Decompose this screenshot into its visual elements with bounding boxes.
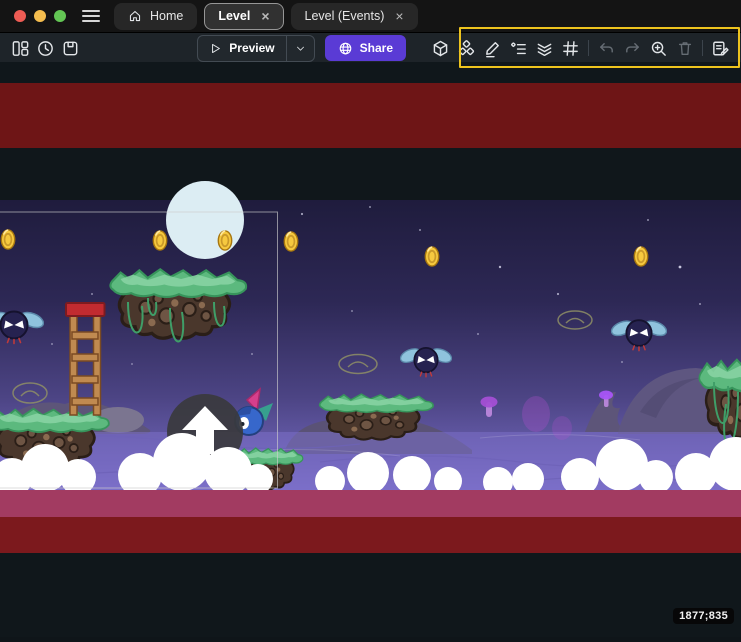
- save-icon: [61, 39, 80, 58]
- coin-sprite[interactable]: [153, 231, 166, 250]
- delete-button[interactable]: [672, 36, 697, 61]
- tab-label: Home: [150, 9, 183, 23]
- level-scene[interactable]: [0, 62, 741, 637]
- edit-events-icon: [711, 39, 730, 58]
- undo-button[interactable]: [594, 36, 619, 61]
- project-manager-icon: [11, 39, 30, 58]
- layers-button[interactable]: [532, 36, 557, 61]
- preview-button[interactable]: Preview: [198, 36, 285, 61]
- edit-properties-button[interactable]: [480, 36, 505, 61]
- moon-sprite[interactable]: [166, 181, 244, 259]
- project-manager-button[interactable]: [8, 36, 33, 61]
- redo-icon: [623, 39, 642, 58]
- tab-level[interactable]: Level ×: [204, 3, 283, 30]
- close-tab-icon[interactable]: ×: [261, 9, 269, 23]
- save-button[interactable]: [58, 36, 83, 61]
- tab-bar: Home Level × Level (Events) ×: [114, 0, 418, 32]
- coin-sprite[interactable]: [634, 247, 647, 266]
- trash-icon: [676, 39, 694, 57]
- close-tab-icon[interactable]: ×: [395, 9, 403, 23]
- title-bar: Home Level × Level (Events) ×: [0, 0, 741, 33]
- coin-sprite[interactable]: [425, 247, 438, 266]
- undo-icon: [597, 39, 616, 58]
- ground-band-pink[interactable]: [0, 490, 741, 517]
- coin-sprite[interactable]: [218, 231, 231, 250]
- tab-label: Level (Events): [305, 9, 385, 23]
- instances-list-icon: [509, 39, 528, 58]
- tab-label: Level: [218, 9, 250, 23]
- globe-icon: [338, 41, 353, 56]
- edit-events-button[interactable]: [708, 36, 733, 61]
- play-icon: [209, 42, 222, 55]
- toolbar: Preview Share: [0, 33, 741, 64]
- share-button-label: Share: [360, 41, 393, 55]
- toolbar-divider: [588, 40, 589, 56]
- menu-icon[interactable]: [82, 10, 100, 22]
- grid-icon: [561, 39, 580, 58]
- redo-button[interactable]: [620, 36, 645, 61]
- history-button[interactable]: [33, 36, 58, 61]
- chevron-down-icon: [295, 43, 306, 54]
- scene-tools-group: [428, 36, 733, 61]
- coin-sprite[interactable]: [284, 232, 297, 251]
- zoom-button[interactable]: [646, 36, 671, 61]
- objects-panel-button[interactable]: [428, 36, 453, 61]
- zoom-in-icon: [649, 39, 668, 58]
- object-groups-icon: [457, 39, 476, 58]
- toolbar-divider: [702, 40, 703, 56]
- maximize-window-button[interactable]: [54, 10, 66, 22]
- instances-list-button[interactable]: [506, 36, 531, 61]
- history-clock-icon: [36, 39, 55, 58]
- cube-3d-icon: [431, 39, 450, 58]
- tab-home[interactable]: Home: [114, 3, 197, 30]
- layers-icon: [535, 39, 554, 58]
- scene-editor-canvas[interactable]: [0, 62, 741, 637]
- preview-button-label: Preview: [229, 41, 274, 55]
- tab-level-events[interactable]: Level (Events) ×: [291, 3, 418, 30]
- background-red-band-top[interactable]: [0, 83, 741, 148]
- grid-button[interactable]: [558, 36, 583, 61]
- cursor-coordinates-badge: 1877;835: [673, 608, 734, 624]
- coin-sprite[interactable]: [1, 230, 14, 249]
- close-window-button[interactable]: [14, 10, 26, 22]
- minimize-window-button[interactable]: [34, 10, 46, 22]
- share-button[interactable]: Share: [325, 35, 406, 61]
- preview-options-dropdown[interactable]: [286, 36, 314, 61]
- ground-band-red[interactable]: [0, 517, 741, 553]
- object-groups-button[interactable]: [454, 36, 479, 61]
- home-icon: [128, 9, 142, 23]
- preview-button-group: Preview: [197, 35, 314, 62]
- pen-icon: [483, 39, 502, 58]
- window-controls: [14, 10, 66, 22]
